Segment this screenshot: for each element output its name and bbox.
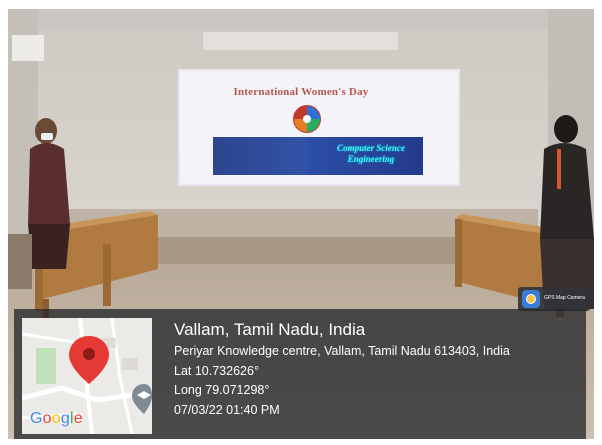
camera-pin-icon bbox=[522, 290, 540, 308]
badge-label: GPS Map Camera bbox=[544, 295, 585, 301]
gps-map-camera-badge: GPS Map Camera bbox=[518, 287, 590, 311]
chair bbox=[8, 234, 32, 289]
air-conditioner bbox=[12, 35, 44, 61]
place-name: Vallam, Tamil Nadu, India bbox=[174, 320, 366, 339]
date-time: 07/03/22 01:40 PM bbox=[174, 402, 280, 417]
park-area bbox=[36, 348, 56, 384]
latitude: Lat 10.732626° bbox=[174, 363, 259, 378]
google-logo: Google bbox=[30, 410, 83, 427]
ceiling-light bbox=[203, 32, 398, 50]
college-logo bbox=[293, 105, 321, 133]
longitude: Long 79.071298° bbox=[174, 383, 270, 397]
address: Periyar Knowledge centre, Vallam, Tamil … bbox=[174, 344, 510, 358]
slide-title: International Women's Day bbox=[233, 86, 369, 98]
slide-banner-text: Computer Science Engineering bbox=[337, 143, 405, 164]
photo-frame: International Women's Day Computer Scien… bbox=[0, 0, 602, 445]
map-thumbnail: Google bbox=[22, 318, 152, 434]
location-info: Vallam, Tamil Nadu, India Periyar Knowle… bbox=[174, 318, 586, 420]
